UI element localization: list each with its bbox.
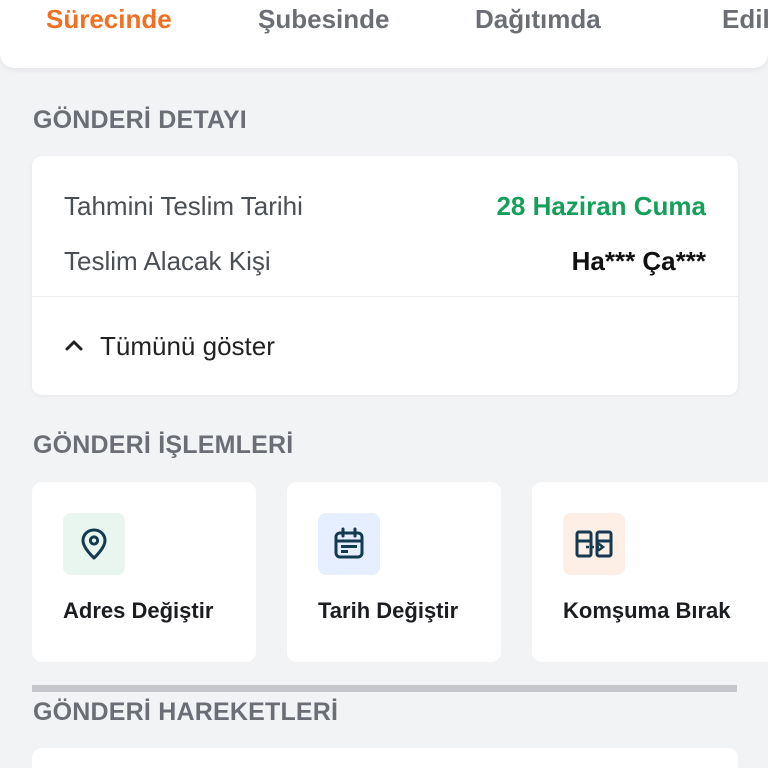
estimated-delivery-row: Tahmini Teslim Tarihi 28 Haziran Cuma — [64, 189, 706, 223]
leave-to-neighbor-button[interactable]: Komşuma Bırak — [532, 482, 768, 662]
detail-card: Tahmini Teslim Tarihi 28 Haziran Cuma Te… — [32, 156, 738, 395]
change-date-label: Tarih Değiştir — [318, 598, 459, 623]
show-all-toggle[interactable]: Tümünü göster — [62, 328, 275, 364]
location-pin-icon-box — [63, 513, 125, 575]
tab-subesinde[interactable]: Şubesinde — [258, 4, 389, 35]
detail-divider — [32, 296, 738, 297]
estimated-delivery-label: Tahmini Teslim Tarihi — [64, 190, 303, 221]
section-separator-bar — [32, 685, 737, 692]
tab-dagitimda[interactable]: Dağıtımda — [475, 4, 601, 35]
chevron-up-icon — [65, 340, 83, 351]
recipient-label: Teslim Alacak Kişi — [64, 245, 271, 276]
detail-section-title: GÖNDERİ DETAYI — [33, 106, 247, 134]
change-address-label: Adres Değiştir — [63, 598, 214, 623]
location-pin-icon — [81, 528, 107, 560]
change-address-button[interactable]: Adres Değiştir — [32, 482, 256, 662]
show-all-label: Tümünü göster — [100, 330, 275, 361]
recipient-row: Teslim Alacak Kişi Ha*** Ça*** — [64, 244, 706, 278]
recipient-value: Ha*** Ça*** — [571, 245, 706, 276]
calendar-icon — [334, 527, 364, 559]
movements-section-title: GÖNDERİ HAREKETLERİ — [33, 698, 339, 726]
estimated-delivery-value: 28 Haziran Cuma — [496, 190, 706, 221]
calendar-icon-box — [318, 513, 380, 575]
movements-card — [32, 748, 738, 768]
tab-edildi[interactable]: Edil — [722, 4, 768, 35]
tab-surecinde[interactable]: Sürecinde — [46, 4, 172, 35]
actions-section-title: GÖNDERİ İŞLEMLERİ — [33, 431, 294, 459]
neighbor-transfer-icon — [575, 530, 613, 558]
status-tabs: Sürecinde Şubesinde Dağıtımda Edil — [0, 0, 768, 68]
change-date-button[interactable]: Tarih Değiştir — [287, 482, 501, 662]
neighbor-transfer-icon-box — [563, 513, 625, 575]
leave-to-neighbor-label: Komşuma Bırak — [563, 598, 731, 623]
